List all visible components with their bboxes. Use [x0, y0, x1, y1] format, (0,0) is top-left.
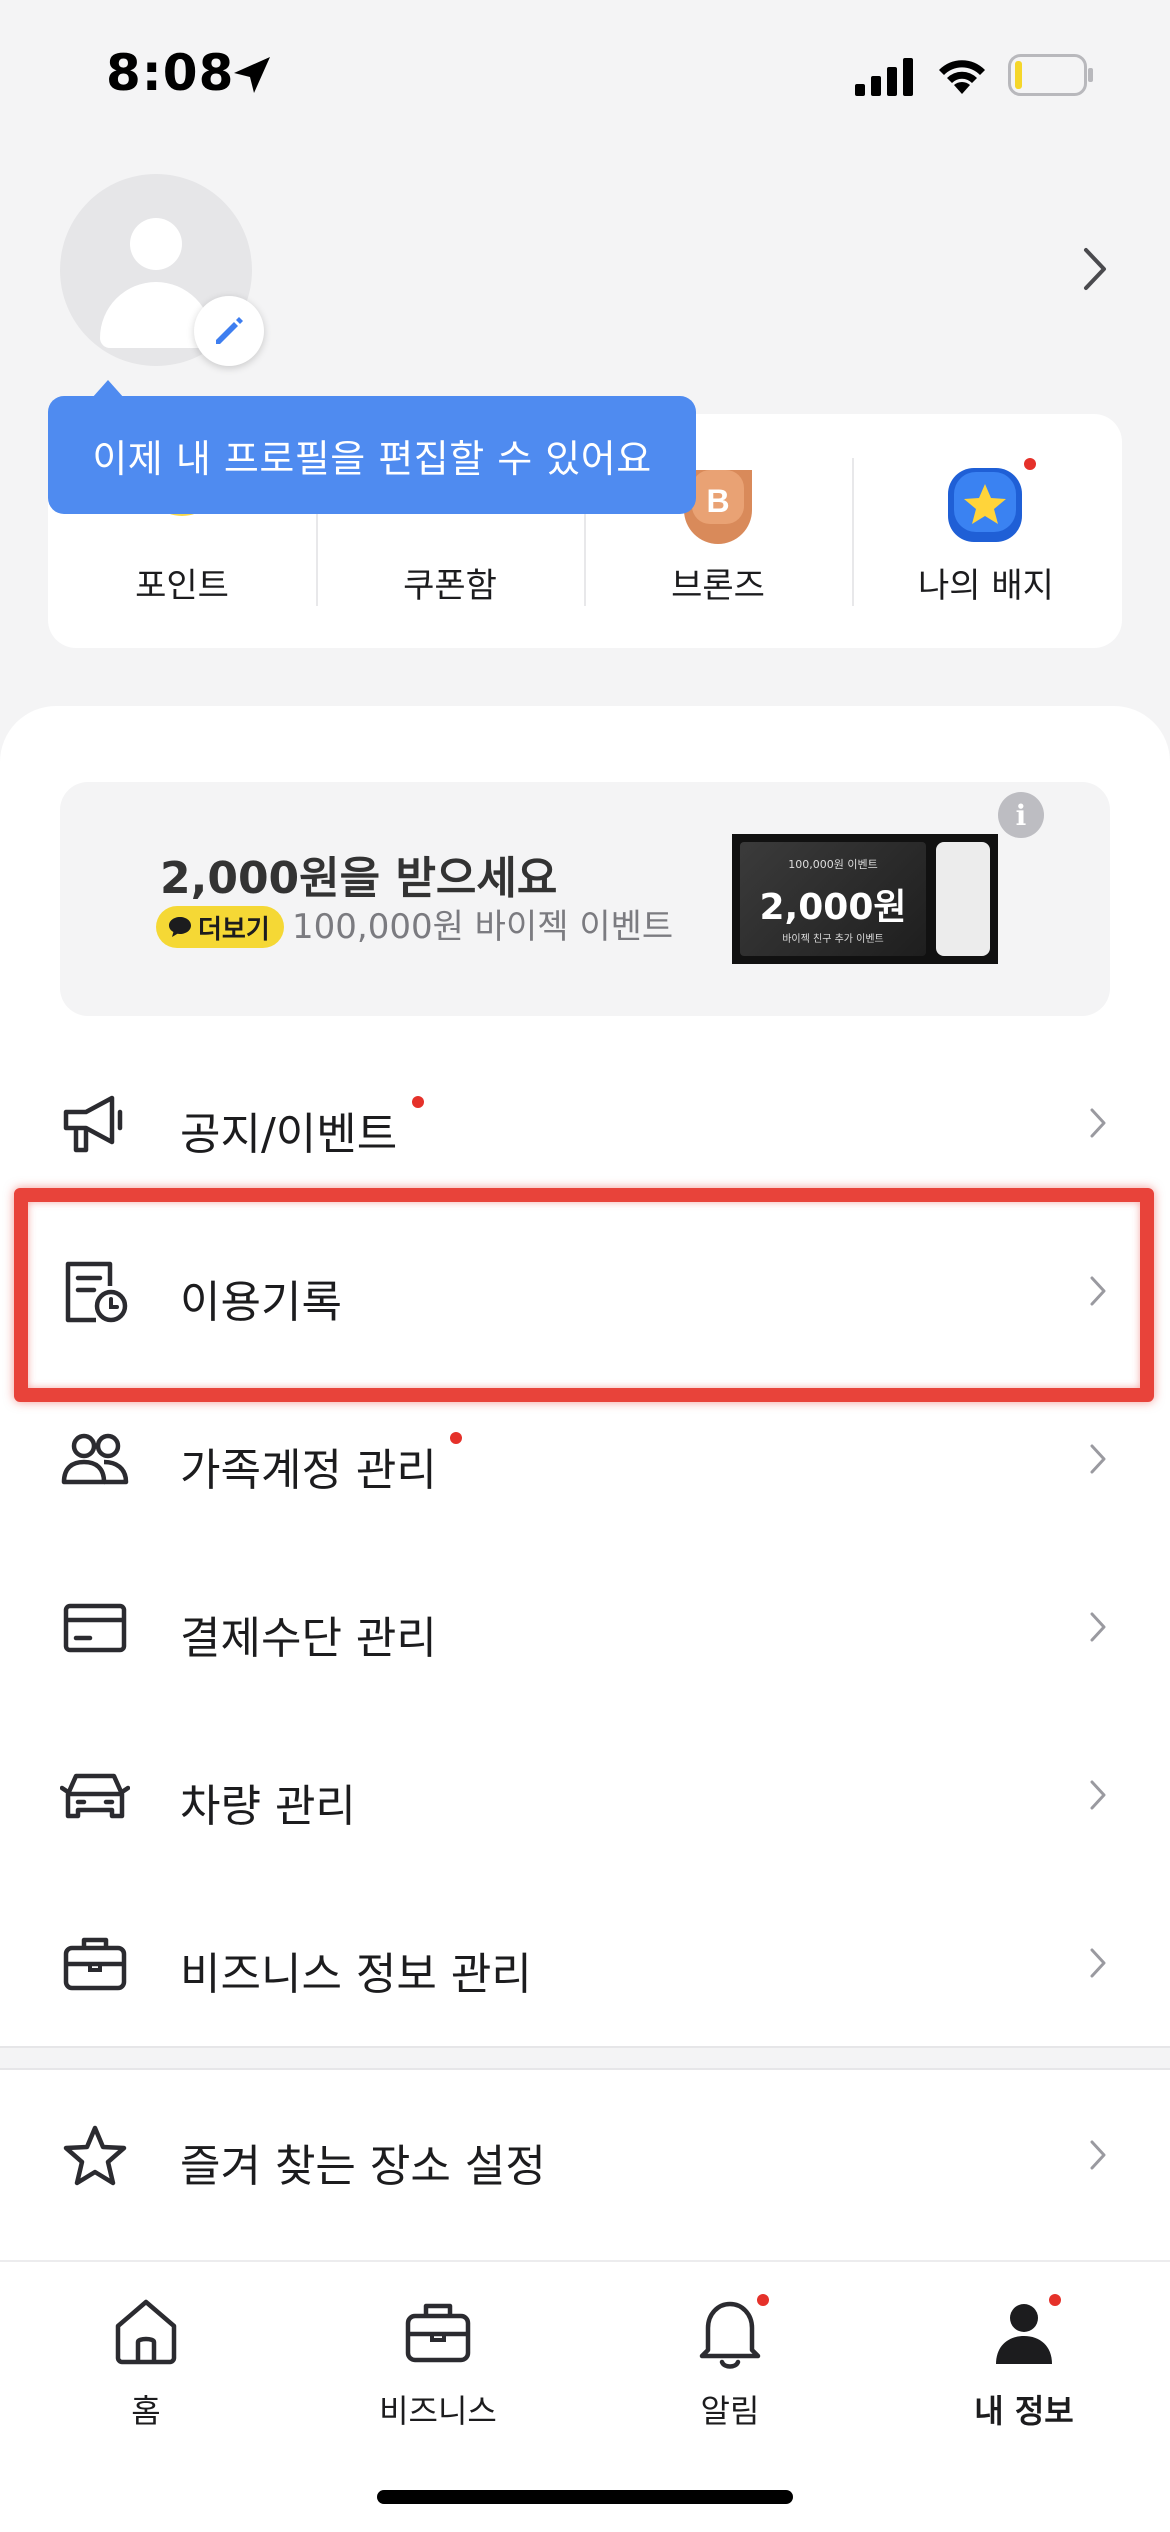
- menu-item-label: 차량 관리: [180, 1781, 356, 1832]
- chevron-right-icon: [1090, 1948, 1106, 1978]
- briefcase-icon: [63, 1937, 127, 1991]
- home-icon: [115, 2299, 177, 2365]
- car-icon: [60, 1773, 130, 1819]
- pencil-icon: [216, 317, 243, 344]
- menu-item-label: 즐겨 찾는 장소 설정: [180, 2141, 546, 2192]
- status-time: 8:08: [106, 44, 235, 102]
- ticket-top-text: 100,000원 이벤트: [788, 858, 878, 871]
- battery-icon: [1008, 54, 1093, 96]
- notification-dot: [412, 1096, 424, 1108]
- ticket-bottom-text: 바이젝 친구 추가 이벤트: [782, 934, 884, 945]
- menu-item-notice-event[interactable]: 공지/이벤트: [0, 1040, 1170, 1208]
- notification-dot: [450, 1432, 462, 1444]
- chevron-right-icon: [1090, 1444, 1106, 1474]
- menu-item-vehicle[interactable]: 차량 관리: [0, 1712, 1170, 1880]
- ticket-image: 100,000원 이벤트 2,000원 바이젝 친구 추가 이벤트: [732, 834, 998, 964]
- menu-item-business-info[interactable]: 비즈니스 정보 관리: [0, 1880, 1170, 2048]
- menu-item-label: 비즈니스 정보 관리: [180, 1949, 532, 2000]
- nav-label: 내 정보: [974, 2392, 1074, 2430]
- megaphone-icon: [63, 1095, 123, 1153]
- quick-item-my-badge[interactable]: 나의 배지: [852, 414, 1120, 648]
- cellular-signal-icon: [855, 58, 913, 96]
- notification-dot: [1024, 458, 1036, 470]
- briefcase-icon: [405, 2303, 471, 2363]
- ticket-body: 100,000원 이벤트 2,000원 바이젝 친구 추가 이벤트: [740, 842, 926, 956]
- star-icon: [63, 2125, 127, 2186]
- chevron-right-icon: [1090, 1780, 1106, 1810]
- ticket-amount: 2,000원: [759, 887, 907, 928]
- edit-profile-tooltip[interactable]: 이제 내 프로필을 편집할 수 있어요: [48, 396, 696, 514]
- quick-item-label: 나의 배지: [918, 566, 1054, 606]
- menu-item-label: 공지/이벤트: [180, 1109, 398, 1160]
- wifi-icon: [939, 60, 985, 94]
- nav-label: 알림: [700, 2392, 760, 2430]
- nav-tab-notifications[interactable]: 알림: [605, 2292, 855, 2452]
- family-icon: [61, 1433, 129, 1485]
- notification-dot: [1049, 2294, 1061, 2306]
- section-separator: [0, 2046, 1170, 2070]
- event-banner[interactable]: 2,000원을 받으세요 더보기 100,000원 바이젝 이벤트 i 100,…: [60, 782, 1110, 1016]
- highlight-box: [14, 1188, 1154, 1402]
- banner-title: 2,000원을 받으세요: [160, 853, 558, 904]
- quick-item-label: 쿠폰함: [403, 566, 497, 606]
- menu-item-label: 가족계정 관리: [180, 1445, 437, 1496]
- nav-tab-home[interactable]: 홈: [21, 2292, 271, 2452]
- star-badge-icon: [948, 468, 1022, 542]
- chevron-right-icon: [1090, 1108, 1106, 1138]
- notification-dot: [757, 2294, 769, 2306]
- nav-label: 비즈니스: [379, 2392, 497, 2430]
- nav-label: 홈: [131, 2392, 161, 2430]
- chevron-right-icon: [1090, 1612, 1106, 1642]
- menu-item-payment-method[interactable]: 결제수단 관리: [0, 1544, 1170, 1712]
- profile-chevron-icon[interactable]: [1080, 246, 1110, 292]
- chevron-right-icon: [1090, 2140, 1106, 2170]
- banner-more-button[interactable]: 더보기: [156, 906, 284, 948]
- nav-tab-business[interactable]: 비즈니스: [313, 2292, 563, 2452]
- bronze-letter: B: [706, 483, 729, 519]
- quick-item-label: 브론즈: [671, 566, 765, 606]
- card-icon: [63, 1603, 127, 1653]
- quick-item-label: 포인트: [135, 566, 229, 606]
- location-arrow-icon: [234, 57, 270, 93]
- menu-item-label: 결제수단 관리: [180, 1613, 437, 1664]
- banner-subtitle: 100,000원 바이젝 이벤트: [292, 907, 674, 947]
- nav-tab-my-info[interactable]: 내 정보: [899, 2292, 1149, 2452]
- ticket-stub: [936, 842, 990, 956]
- banner-more-label: 더보기: [198, 914, 270, 945]
- edit-profile-button[interactable]: [194, 296, 264, 366]
- home-indicator: [377, 2490, 793, 2504]
- info-icon[interactable]: i: [998, 792, 1044, 838]
- speech-bubble-icon: [169, 917, 191, 937]
- avatar-head: [130, 218, 182, 270]
- menu-item-favorite-places[interactable]: 즐겨 찾는 장소 설정: [0, 2072, 1170, 2240]
